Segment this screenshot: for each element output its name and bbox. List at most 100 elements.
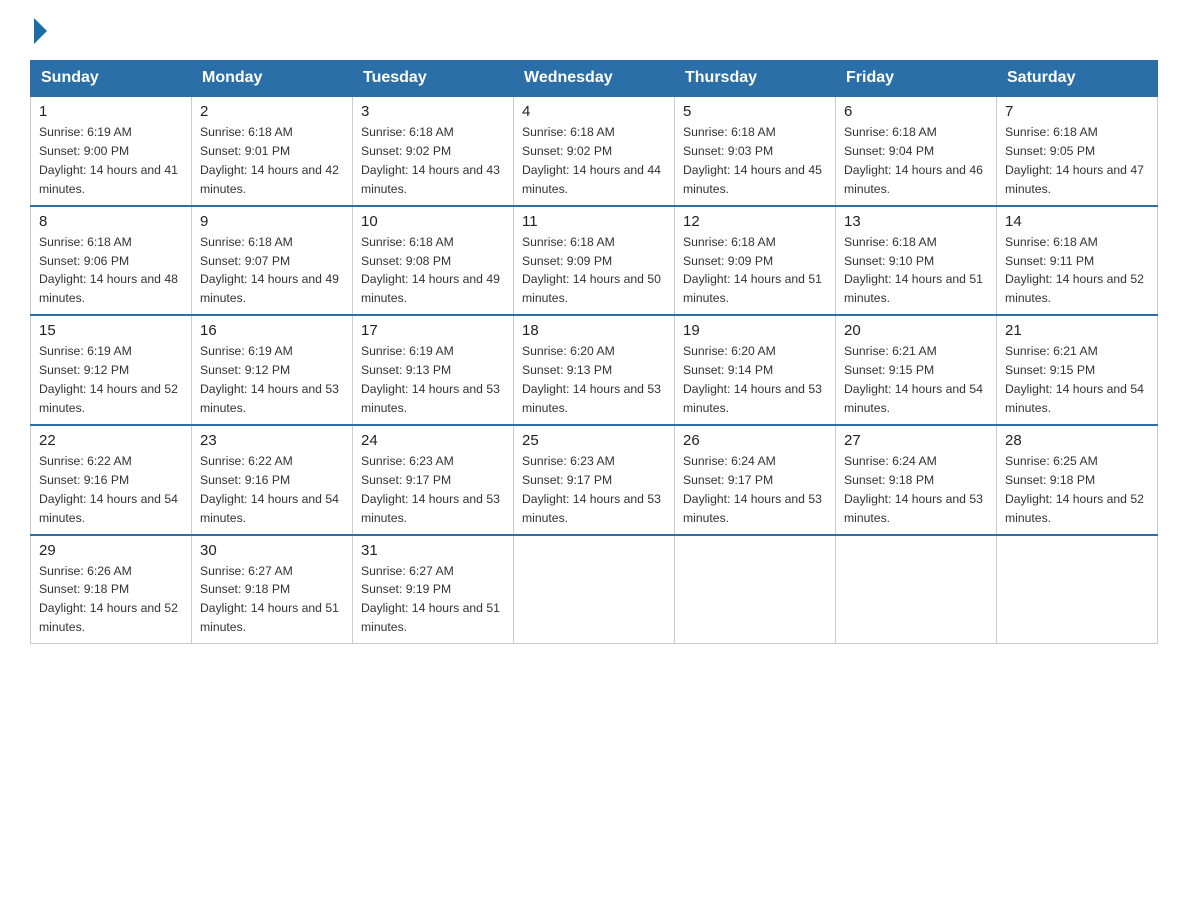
day-info: Sunrise: 6:20 AM Sunset: 9:13 PM Dayligh… (522, 342, 666, 418)
day-info: Sunrise: 6:24 AM Sunset: 9:18 PM Dayligh… (844, 452, 988, 528)
day-info: Sunrise: 6:19 AM Sunset: 9:12 PM Dayligh… (200, 342, 344, 418)
calendar-day-header: Sunday (31, 61, 192, 97)
day-number: 10 (361, 213, 505, 230)
day-info: Sunrise: 6:27 AM Sunset: 9:19 PM Dayligh… (361, 562, 505, 638)
calendar-cell: 16 Sunrise: 6:19 AM Sunset: 9:12 PM Dayl… (192, 315, 353, 425)
calendar-cell: 11 Sunrise: 6:18 AM Sunset: 9:09 PM Dayl… (514, 206, 675, 316)
day-info: Sunrise: 6:23 AM Sunset: 9:17 PM Dayligh… (361, 452, 505, 528)
page-header (30, 20, 1158, 42)
calendar-cell: 8 Sunrise: 6:18 AM Sunset: 9:06 PM Dayli… (31, 206, 192, 316)
day-number: 24 (361, 432, 505, 449)
calendar-cell: 19 Sunrise: 6:20 AM Sunset: 9:14 PM Dayl… (675, 315, 836, 425)
calendar-cell: 20 Sunrise: 6:21 AM Sunset: 9:15 PM Dayl… (836, 315, 997, 425)
day-number: 9 (200, 213, 344, 230)
day-info: Sunrise: 6:22 AM Sunset: 9:16 PM Dayligh… (200, 452, 344, 528)
calendar-cell: 1 Sunrise: 6:19 AM Sunset: 9:00 PM Dayli… (31, 96, 192, 206)
day-number: 3 (361, 103, 505, 120)
calendar-header-row: SundayMondayTuesdayWednesdayThursdayFrid… (31, 61, 1158, 97)
day-info: Sunrise: 6:18 AM Sunset: 9:01 PM Dayligh… (200, 123, 344, 199)
day-info: Sunrise: 6:20 AM Sunset: 9:14 PM Dayligh… (683, 342, 827, 418)
calendar-cell: 4 Sunrise: 6:18 AM Sunset: 9:02 PM Dayli… (514, 96, 675, 206)
calendar-cell: 23 Sunrise: 6:22 AM Sunset: 9:16 PM Dayl… (192, 425, 353, 535)
day-info: Sunrise: 6:18 AM Sunset: 9:09 PM Dayligh… (522, 233, 666, 309)
day-number: 29 (39, 542, 183, 559)
day-number: 22 (39, 432, 183, 449)
calendar-day-header: Thursday (675, 61, 836, 97)
calendar-cell: 10 Sunrise: 6:18 AM Sunset: 9:08 PM Dayl… (353, 206, 514, 316)
logo-arrow-icon (34, 18, 47, 44)
day-number: 2 (200, 103, 344, 120)
calendar-cell (675, 535, 836, 644)
day-info: Sunrise: 6:26 AM Sunset: 9:18 PM Dayligh… (39, 562, 183, 638)
calendar-body: 1 Sunrise: 6:19 AM Sunset: 9:00 PM Dayli… (31, 96, 1158, 644)
calendar-cell: 22 Sunrise: 6:22 AM Sunset: 9:16 PM Dayl… (31, 425, 192, 535)
calendar-cell: 30 Sunrise: 6:27 AM Sunset: 9:18 PM Dayl… (192, 535, 353, 644)
day-info: Sunrise: 6:18 AM Sunset: 9:02 PM Dayligh… (522, 123, 666, 199)
day-info: Sunrise: 6:21 AM Sunset: 9:15 PM Dayligh… (844, 342, 988, 418)
day-info: Sunrise: 6:21 AM Sunset: 9:15 PM Dayligh… (1005, 342, 1149, 418)
day-info: Sunrise: 6:19 AM Sunset: 9:13 PM Dayligh… (361, 342, 505, 418)
calendar-cell: 9 Sunrise: 6:18 AM Sunset: 9:07 PM Dayli… (192, 206, 353, 316)
calendar-cell: 15 Sunrise: 6:19 AM Sunset: 9:12 PM Dayl… (31, 315, 192, 425)
day-number: 14 (1005, 213, 1149, 230)
calendar-cell: 26 Sunrise: 6:24 AM Sunset: 9:17 PM Dayl… (675, 425, 836, 535)
calendar-cell (514, 535, 675, 644)
day-info: Sunrise: 6:24 AM Sunset: 9:17 PM Dayligh… (683, 452, 827, 528)
calendar-table: SundayMondayTuesdayWednesdayThursdayFrid… (30, 60, 1158, 644)
day-info: Sunrise: 6:19 AM Sunset: 9:12 PM Dayligh… (39, 342, 183, 418)
calendar-cell: 5 Sunrise: 6:18 AM Sunset: 9:03 PM Dayli… (675, 96, 836, 206)
calendar-week-row: 22 Sunrise: 6:22 AM Sunset: 9:16 PM Dayl… (31, 425, 1158, 535)
day-info: Sunrise: 6:18 AM Sunset: 9:09 PM Dayligh… (683, 233, 827, 309)
calendar-cell: 3 Sunrise: 6:18 AM Sunset: 9:02 PM Dayli… (353, 96, 514, 206)
day-info: Sunrise: 6:19 AM Sunset: 9:00 PM Dayligh… (39, 123, 183, 199)
day-info: Sunrise: 6:23 AM Sunset: 9:17 PM Dayligh… (522, 452, 666, 528)
day-number: 16 (200, 322, 344, 339)
day-number: 28 (1005, 432, 1149, 449)
day-info: Sunrise: 6:18 AM Sunset: 9:07 PM Dayligh… (200, 233, 344, 309)
day-number: 17 (361, 322, 505, 339)
calendar-cell: 7 Sunrise: 6:18 AM Sunset: 9:05 PM Dayli… (997, 96, 1158, 206)
calendar-cell: 18 Sunrise: 6:20 AM Sunset: 9:13 PM Dayl… (514, 315, 675, 425)
day-number: 25 (522, 432, 666, 449)
day-info: Sunrise: 6:18 AM Sunset: 9:08 PM Dayligh… (361, 233, 505, 309)
day-number: 26 (683, 432, 827, 449)
calendar-week-row: 29 Sunrise: 6:26 AM Sunset: 9:18 PM Dayl… (31, 535, 1158, 644)
day-number: 7 (1005, 103, 1149, 120)
calendar-cell: 21 Sunrise: 6:21 AM Sunset: 9:15 PM Dayl… (997, 315, 1158, 425)
calendar-cell: 6 Sunrise: 6:18 AM Sunset: 9:04 PM Dayli… (836, 96, 997, 206)
day-info: Sunrise: 6:18 AM Sunset: 9:03 PM Dayligh… (683, 123, 827, 199)
calendar-day-header: Tuesday (353, 61, 514, 97)
day-number: 1 (39, 103, 183, 120)
day-number: 8 (39, 213, 183, 230)
calendar-day-header: Saturday (997, 61, 1158, 97)
calendar-day-header: Wednesday (514, 61, 675, 97)
day-number: 11 (522, 213, 666, 230)
day-number: 4 (522, 103, 666, 120)
calendar-cell: 14 Sunrise: 6:18 AM Sunset: 9:11 PM Dayl… (997, 206, 1158, 316)
day-info: Sunrise: 6:18 AM Sunset: 9:10 PM Dayligh… (844, 233, 988, 309)
day-number: 20 (844, 322, 988, 339)
calendar-week-row: 15 Sunrise: 6:19 AM Sunset: 9:12 PM Dayl… (31, 315, 1158, 425)
calendar-cell: 25 Sunrise: 6:23 AM Sunset: 9:17 PM Dayl… (514, 425, 675, 535)
day-number: 12 (683, 213, 827, 230)
day-number: 23 (200, 432, 344, 449)
day-number: 5 (683, 103, 827, 120)
calendar-cell: 17 Sunrise: 6:19 AM Sunset: 9:13 PM Dayl… (353, 315, 514, 425)
calendar-week-row: 8 Sunrise: 6:18 AM Sunset: 9:06 PM Dayli… (31, 206, 1158, 316)
day-number: 6 (844, 103, 988, 120)
calendar-cell: 2 Sunrise: 6:18 AM Sunset: 9:01 PM Dayli… (192, 96, 353, 206)
calendar-day-header: Monday (192, 61, 353, 97)
day-info: Sunrise: 6:18 AM Sunset: 9:05 PM Dayligh… (1005, 123, 1149, 199)
calendar-cell: 28 Sunrise: 6:25 AM Sunset: 9:18 PM Dayl… (997, 425, 1158, 535)
day-number: 13 (844, 213, 988, 230)
calendar-cell: 12 Sunrise: 6:18 AM Sunset: 9:09 PM Dayl… (675, 206, 836, 316)
calendar-cell: 31 Sunrise: 6:27 AM Sunset: 9:19 PM Dayl… (353, 535, 514, 644)
day-info: Sunrise: 6:18 AM Sunset: 9:06 PM Dayligh… (39, 233, 183, 309)
day-info: Sunrise: 6:18 AM Sunset: 9:11 PM Dayligh… (1005, 233, 1149, 309)
day-number: 19 (683, 322, 827, 339)
calendar-day-header: Friday (836, 61, 997, 97)
logo (30, 20, 47, 42)
day-info: Sunrise: 6:18 AM Sunset: 9:04 PM Dayligh… (844, 123, 988, 199)
calendar-cell: 27 Sunrise: 6:24 AM Sunset: 9:18 PM Dayl… (836, 425, 997, 535)
day-number: 30 (200, 542, 344, 559)
